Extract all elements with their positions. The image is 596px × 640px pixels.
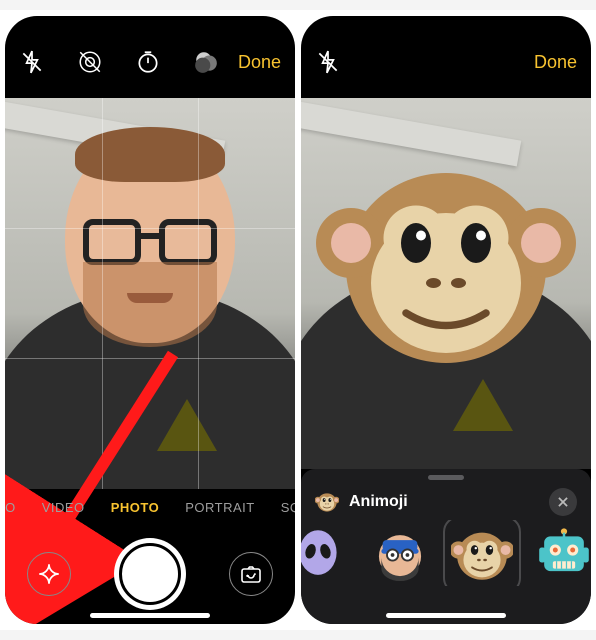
- done-button[interactable]: Done: [238, 52, 281, 73]
- animoji-close-button[interactable]: [549, 488, 577, 516]
- camera-app-screen: Done SLO-MO VIDEO PHO: [5, 16, 295, 624]
- camera-switch-icon: [239, 562, 263, 586]
- mode-portrait[interactable]: PORTRAIT: [185, 500, 255, 515]
- done-button[interactable]: Done: [534, 52, 577, 73]
- mode-video[interactable]: VIDEO: [42, 500, 85, 515]
- animoji-option-row[interactable]: [301, 520, 591, 586]
- effects-button[interactable]: [27, 552, 71, 596]
- mode-photo[interactable]: PHOTO: [111, 500, 160, 515]
- animoji-option-alien[interactable]: [301, 524, 349, 586]
- camera-preview: [5, 98, 295, 489]
- camera-top-toolbar: Done: [5, 26, 295, 98]
- animoji-option-memoji[interactable]: [369, 524, 431, 586]
- live-off-icon[interactable]: [77, 49, 103, 75]
- camera-bottom-bar: [5, 524, 295, 624]
- mode-slomo[interactable]: SLO-MO: [5, 500, 16, 515]
- monkey-thumb-icon: [315, 490, 339, 514]
- animoji-panel: Animoji: [301, 469, 591, 624]
- animoji-panel-title: Animoji: [349, 493, 539, 511]
- camera-mode-strip[interactable]: SLO-MO VIDEO PHOTO PORTRAIT SQUARE: [5, 491, 295, 523]
- home-indicator[interactable]: [90, 613, 210, 618]
- flash-off-icon[interactable]: [315, 49, 341, 75]
- camera-top-toolbar: Done: [301, 26, 591, 98]
- home-indicator[interactable]: [386, 613, 506, 618]
- effects-star-icon: [36, 561, 62, 587]
- filters-icon[interactable]: [193, 49, 219, 75]
- animoji-option-monkey[interactable]: [451, 524, 513, 586]
- shutter-button[interactable]: [114, 538, 186, 610]
- flash-off-icon[interactable]: [19, 49, 45, 75]
- mode-square[interactable]: SQUARE: [281, 500, 295, 515]
- camera-switch-button[interactable]: [229, 552, 273, 596]
- timer-icon[interactable]: [135, 49, 161, 75]
- animoji-screen: Done Animoji: [301, 16, 591, 624]
- animoji-option-robot[interactable]: [533, 524, 591, 586]
- animoji-overlay-monkey: [316, 138, 576, 388]
- close-icon: [556, 495, 570, 509]
- camera-preview-animoji: [301, 98, 591, 469]
